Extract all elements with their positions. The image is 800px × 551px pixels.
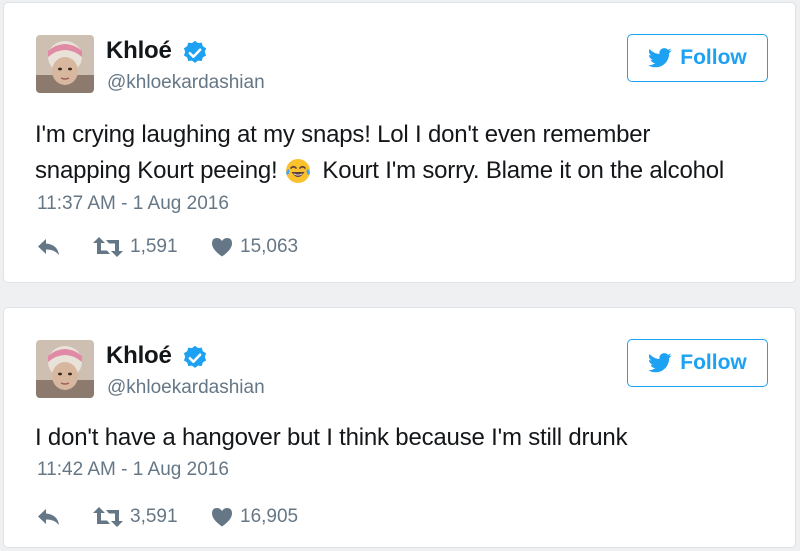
reply-button[interactable]	[37, 234, 61, 260]
avatar[interactable]	[36, 35, 94, 93]
tweet-text-line: snapping Kourt peeing! Kourt I'm sorry. …	[35, 153, 724, 189]
retweet-button[interactable]: 3,591	[93, 504, 178, 530]
tweet-text: I'm crying laughing at my snaps! Lol I d…	[35, 117, 724, 189]
retweet-icon	[93, 237, 123, 257]
author-name[interactable]: Khloé	[106, 342, 172, 370]
tweet-timestamp[interactable]: 11:37 AM - 1 Aug 2016	[37, 193, 229, 215]
follow-button[interactable]: Follow	[627, 34, 768, 82]
heart-icon	[212, 238, 232, 257]
tweet-text-segment: Kourt I'm sorry. Blame it on the alcohol	[322, 157, 725, 184]
heart-icon	[212, 508, 232, 527]
tweet-timestamp[interactable]: 11:42 AM - 1 Aug 2016	[37, 459, 229, 481]
retweet-icon	[93, 507, 123, 527]
like-count: 15,063	[240, 236, 299, 257]
tweet-card: Khloé @khloekardashian Follow I don't ha…	[3, 307, 796, 548]
retweet-count: 1,591	[130, 236, 178, 257]
twitter-bird-icon	[648, 48, 672, 68]
twitter-bird-icon	[648, 353, 672, 373]
tweet-card: Khloé @khloekardashian Follow I'm crying…	[3, 2, 796, 283]
retweet-count: 3,591	[130, 506, 178, 527]
follow-label: Follow	[680, 46, 747, 69]
reply-button[interactable]	[37, 504, 61, 530]
like-button[interactable]: 15,063	[211, 234, 298, 260]
tweet-text-line: I'm crying laughing at my snaps! Lol I d…	[35, 121, 651, 148]
tweet-text-segment: snapping Kourt peeing!	[35, 157, 278, 184]
verified-badge-icon	[183, 40, 207, 63]
follow-button[interactable]: Follow	[627, 339, 768, 387]
retweet-button[interactable]: 1,591	[93, 234, 178, 260]
author-handle[interactable]: @khloekardashian	[107, 377, 265, 399]
avatar[interactable]	[36, 340, 94, 398]
verified-badge-icon	[183, 345, 207, 368]
tweet-text-line: I don't have a hangover but I think beca…	[35, 424, 628, 451]
like-count: 16,905	[240, 506, 299, 527]
reply-icon	[38, 509, 59, 525]
author-name[interactable]: Khloé	[106, 37, 172, 65]
follow-label: Follow	[680, 351, 747, 374]
tweet-text: I don't have a hangover but I think beca…	[35, 420, 628, 456]
author-handle[interactable]: @khloekardashian	[107, 72, 265, 94]
tears-of-joy-emoji	[285, 159, 310, 183]
like-button[interactable]: 16,905	[211, 504, 298, 530]
reply-icon	[38, 239, 59, 255]
